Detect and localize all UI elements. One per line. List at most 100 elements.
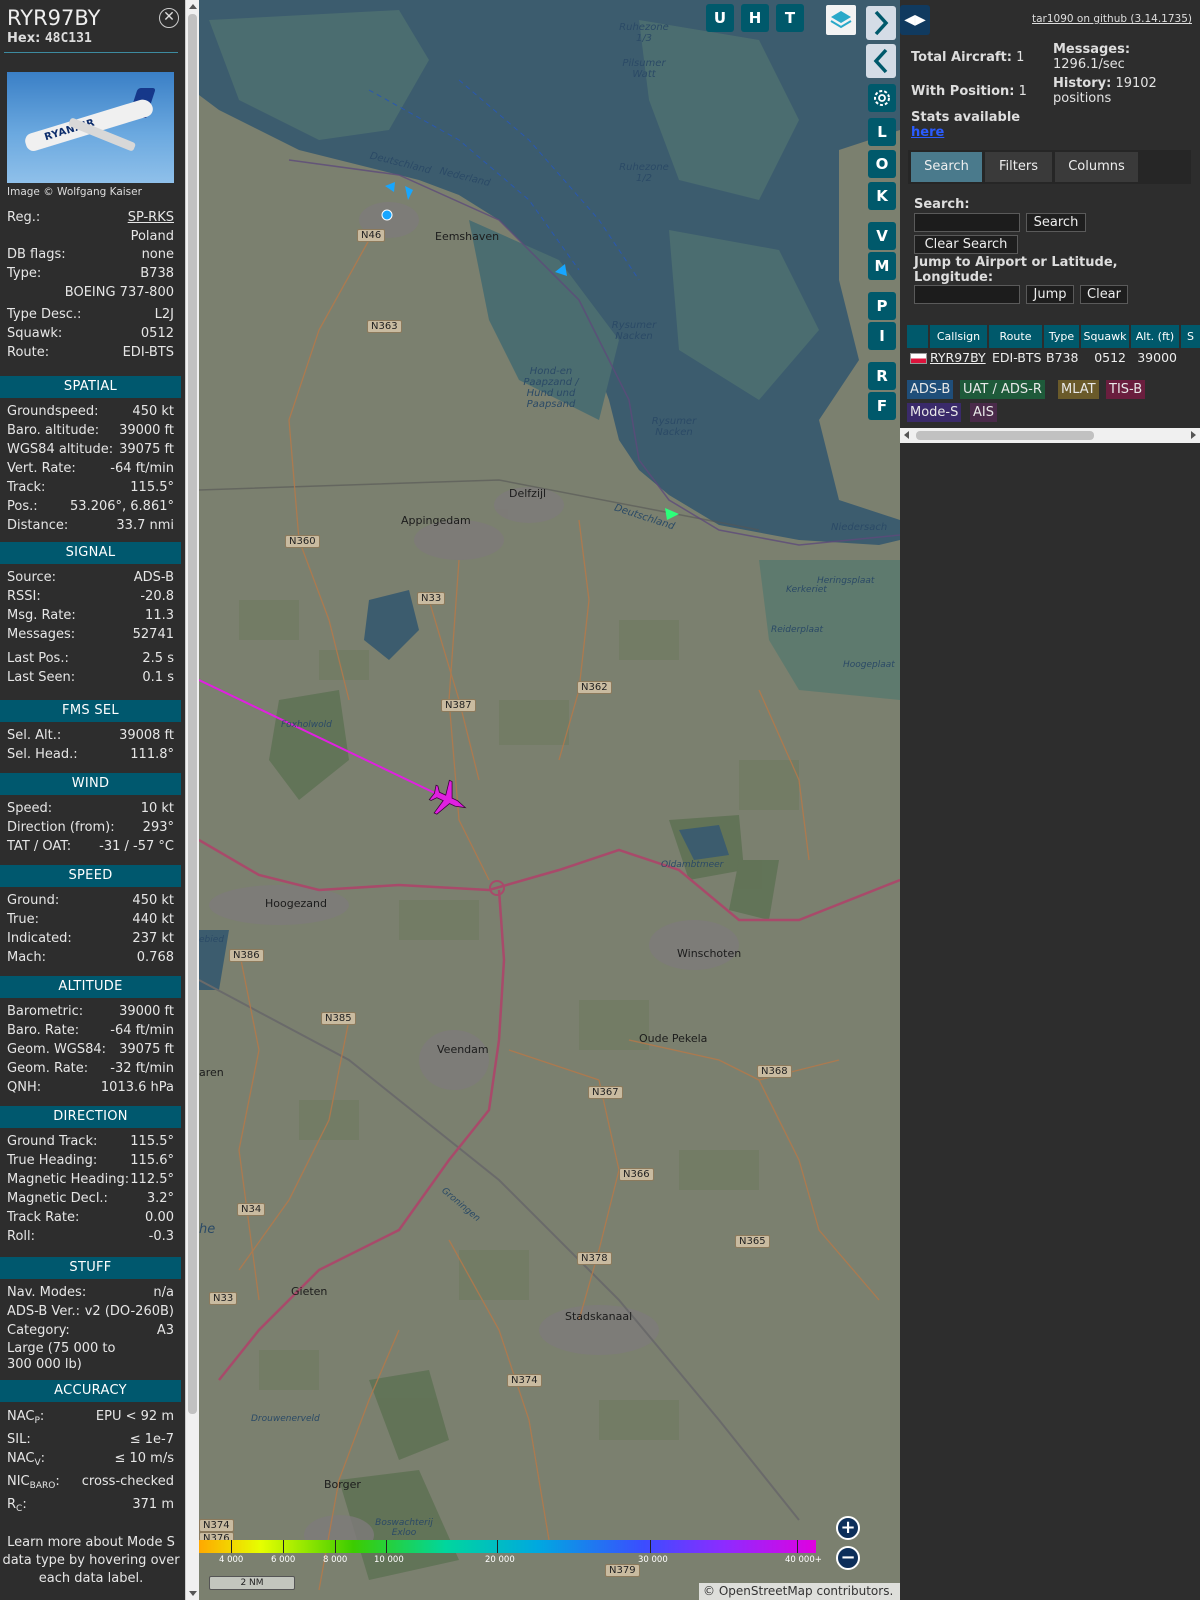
- map-button-r[interactable]: R: [868, 362, 896, 390]
- source-badge[interactable]: ADS-B: [907, 380, 954, 399]
- road-label: N33: [209, 1292, 238, 1305]
- altitude-tick-label: 8 000: [323, 1555, 348, 1565]
- info-panel-scrollbar[interactable]: [185, 0, 199, 1600]
- road-label: N363: [367, 320, 402, 333]
- map-button-h[interactable]: H: [741, 4, 769, 32]
- acc-row-nicbaro: NICBARO: cross-checked: [7, 1474, 174, 1492]
- gear-glyph: [874, 90, 890, 106]
- section-accuracy: ACCURACY: [0, 1380, 181, 1402]
- dbflags-value: none: [141, 247, 174, 262]
- map-canvas: [199, 0, 900, 1600]
- row-value: 450 kt: [132, 404, 174, 419]
- map-button-o[interactable]: O: [868, 150, 896, 178]
- jump-button[interactable]: Jump: [1026, 285, 1074, 304]
- close-icon[interactable]: ✕: [159, 8, 179, 28]
- hscroll-thumb[interactable]: [916, 431, 1094, 440]
- source-badge[interactable]: AIS: [970, 403, 997, 422]
- road-label: N365: [735, 1235, 770, 1248]
- col-flag[interactable]: [907, 325, 928, 348]
- map-button-t[interactable]: T: [776, 4, 804, 32]
- scroll-down-icon[interactable]: [189, 1591, 197, 1596]
- map-button-m[interactable]: M: [868, 252, 896, 280]
- zoom-in-button[interactable]: +: [836, 1516, 860, 1540]
- map-button-u[interactable]: U: [706, 4, 734, 32]
- clear-search-button[interactable]: Clear Search: [914, 235, 1018, 254]
- altitude-row: Baro. Rate: -64 ft/min: [7, 1023, 174, 1041]
- row-label: Messages:: [7, 627, 76, 642]
- github-link[interactable]: tar1090 on github (3.14.1735): [1032, 13, 1192, 25]
- col-type[interactable]: Type: [1044, 325, 1079, 348]
- scroll-up-icon[interactable]: [189, 4, 197, 9]
- spatial-row: Baro. altitude: 39000 ft: [7, 423, 174, 441]
- source-badge[interactable]: UAT / ADS-R: [960, 380, 1045, 399]
- source-badge[interactable]: TIS-B: [1106, 380, 1146, 399]
- road-label: N34: [237, 1203, 266, 1216]
- col-squawk[interactable]: Squawk: [1081, 325, 1129, 348]
- altitude-row: Geom. WGS84: 39075 ft: [7, 1042, 174, 1060]
- row-label: TAT / OAT:: [7, 839, 72, 854]
- col-speed[interactable]: S: [1181, 325, 1200, 348]
- expand-sidebar-icon[interactable]: [866, 6, 896, 40]
- tab-filters[interactable]: Filters: [985, 152, 1052, 182]
- row-value: 440 kt: [132, 912, 174, 927]
- map-button-k[interactable]: K: [868, 182, 896, 210]
- toggle-sidebar-icon[interactable]: ◀▶: [900, 5, 930, 35]
- stat-withpos-label: With Position:: [911, 84, 1015, 99]
- table-row[interactable]: RYR97BY EDI-BTS B738 0512 39000: [907, 348, 1200, 368]
- collapse-sidebar-icon[interactable]: [866, 44, 896, 78]
- spatial-row: Track: 115.5°: [7, 480, 174, 498]
- map-label: Kerkeriet: [786, 585, 827, 595]
- road-label: N46: [357, 229, 386, 242]
- map-button-f[interactable]: F: [868, 392, 896, 420]
- search-input[interactable]: [914, 213, 1020, 232]
- row-callsign[interactable]: RYR97BY: [930, 348, 986, 368]
- road-label: N33: [417, 592, 446, 605]
- section-direction: DIRECTION: [0, 1106, 181, 1128]
- map-label: Rysumer Nacken: [611, 320, 657, 342]
- source-badge[interactable]: MLAT: [1058, 380, 1099, 399]
- map-button-l[interactable]: L: [868, 118, 896, 146]
- map-label: Boswachterij Exloo: [375, 1518, 433, 1538]
- info-row-dbflags: DB flags: none: [7, 247, 174, 265]
- stats-link[interactable]: here: [911, 125, 944, 140]
- map-view[interactable]: Appingedam Delfzijl Eemshaven Hoogezand …: [199, 0, 900, 1600]
- altitude-tick-label: 6 000: [271, 1555, 296, 1565]
- row-value: A3: [156, 1323, 174, 1338]
- row-value: -32 ft/min: [110, 1061, 174, 1076]
- row-label: Ground:: [7, 893, 60, 908]
- scroll-right-icon[interactable]: [1191, 431, 1196, 439]
- map-label: Stadskanaal: [565, 1310, 633, 1323]
- search-button[interactable]: Search: [1026, 213, 1086, 232]
- col-callsign[interactable]: Callsign: [930, 325, 987, 348]
- row-value: 10 kt: [140, 801, 174, 816]
- scrollbar-thumb[interactable]: [188, 14, 197, 1414]
- map-button-p[interactable]: P: [868, 292, 896, 320]
- map-label: Hoogeplaat: [843, 660, 895, 670]
- aircraft-photo[interactable]: RYANAIR: [7, 72, 174, 183]
- map-button-i[interactable]: I: [868, 322, 896, 350]
- source-badge[interactable]: Mode-S: [907, 403, 962, 422]
- nacv-label: NACV:: [7, 1451, 46, 1468]
- row-label: Direction (from):: [7, 820, 115, 835]
- row-label: Baro. Rate:: [7, 1023, 80, 1038]
- layers-icon[interactable]: [826, 5, 856, 35]
- reg-link[interactable]: SP-RKS: [128, 210, 174, 225]
- tab-columns[interactable]: Columns: [1055, 152, 1138, 182]
- photo-credit: Image © Wolfgang Kaiser: [7, 186, 142, 198]
- jump-input[interactable]: [914, 285, 1020, 304]
- info-row-squawk: Squawk: 0512: [7, 326, 174, 344]
- scroll-left-icon[interactable]: [904, 431, 909, 439]
- tab-search[interactable]: Search: [911, 152, 982, 182]
- table-hscrollbar[interactable]: [900, 428, 1200, 443]
- clear-jump-button[interactable]: Clear: [1080, 285, 1128, 304]
- stats-available: Stats available: [911, 110, 1020, 125]
- col-route[interactable]: Route: [989, 325, 1042, 348]
- col-altitude[interactable]: Alt. (ft): [1131, 325, 1179, 348]
- section-spatial: SPATIAL: [0, 376, 181, 398]
- osm-attribution[interactable]: © OpenStreetMap contributors.: [699, 1583, 900, 1600]
- country: Poland: [130, 229, 174, 244]
- map-button-v[interactable]: V: [868, 222, 896, 250]
- settings-gear-icon[interactable]: [868, 84, 896, 112]
- zoom-out-button[interactable]: −: [836, 1546, 860, 1570]
- section-stuff: STUFF: [0, 1257, 181, 1279]
